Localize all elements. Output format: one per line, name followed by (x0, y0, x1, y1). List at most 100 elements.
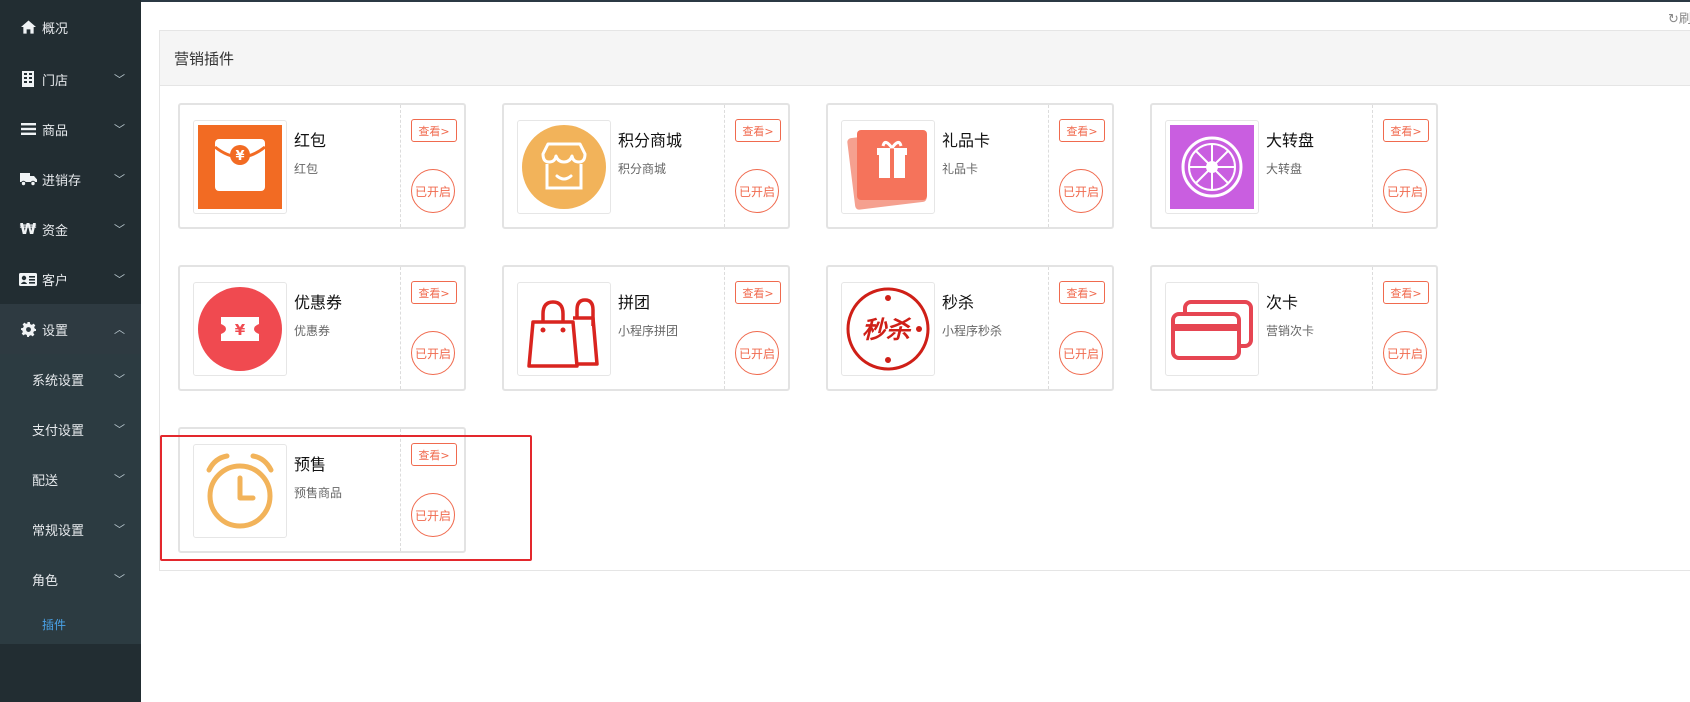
plugin-title: 红包 (294, 131, 327, 150)
wheel-icon (1165, 120, 1259, 214)
submenu-item-label: 常规设置 (32, 523, 85, 539)
plugin-title: 礼品卡 (942, 131, 991, 150)
enabled-status-button[interactable]: 已开启 (735, 331, 779, 375)
top-strip (141, 0, 1690, 2)
chevron-down-icon: ﹀ (114, 173, 125, 186)
enabled-status-button[interactable]: 已开启 (411, 331, 455, 375)
sidebar-item-funds[interactable]: ₩ 资金 ﹀ (0, 204, 141, 254)
sidebar-item-label: 客户 (42, 273, 69, 289)
settings-submenu: 系统设置 ﹀ 支付设置 ﹀ 配送 ﹀ 常规设置 ﹀ 角色 ﹀ 插件 (0, 354, 141, 644)
submenu-item-system-settings[interactable]: 系统设置 ﹀ (0, 354, 141, 404)
truck-icon (18, 172, 38, 186)
sidebar-item-label: 概况 (42, 21, 69, 37)
panel-title: 营销插件 (160, 31, 1690, 86)
view-button[interactable]: 查看> (735, 281, 781, 304)
plugin-title: 优惠券 (294, 293, 343, 312)
cards-icon (1165, 282, 1259, 376)
plugin-card-red-envelope: ¥ 红包 红包 查看> 已开启 (178, 103, 466, 229)
list-icon (18, 123, 38, 135)
flash-sale-icon: 秒杀 (841, 282, 935, 376)
plugin-actions: 查看> 已开启 (1372, 105, 1436, 227)
plugin-title: 拼团 (618, 293, 651, 312)
store-icon (517, 120, 611, 214)
submenu-item-role[interactable]: 角色 ﹀ (0, 554, 141, 604)
chevron-down-icon: ﹀ (114, 223, 125, 236)
plugin-actions: 查看> 已开启 (1048, 267, 1112, 389)
submenu-item-payment-settings[interactable]: 支付设置 ﹀ (0, 404, 141, 454)
submenu-item-plugin[interactable]: 插件 (0, 604, 141, 644)
sidebar-item-label: 进销存 (42, 173, 82, 189)
plugin-card-points-mall: 积分商城 积分商城 查看> 已开启 (502, 103, 790, 229)
enabled-status-button[interactable]: 已开启 (411, 169, 455, 213)
plugin-title: 积分商城 (618, 131, 683, 150)
svg-text:¥: ¥ (235, 149, 244, 164)
highlight-box (160, 435, 532, 561)
submenu-item-label: 支付设置 (32, 423, 85, 439)
submenu-item-general-settings[interactable]: 常规设置 ﹀ (0, 504, 141, 554)
view-button[interactable]: 查看> (411, 119, 457, 142)
sidebar-item-label: 门店 (42, 73, 69, 89)
view-button[interactable]: 查看> (1059, 119, 1105, 142)
enabled-status-button[interactable]: 已开启 (1383, 169, 1427, 213)
sidebar-item-store[interactable]: 门店 ﹀ (0, 54, 141, 104)
sidebar-item-inventory[interactable]: 进销存 ﹀ (0, 154, 141, 204)
plugin-desc: 大转盘 (1266, 162, 1303, 176)
gift-card-icon (841, 120, 935, 214)
svg-text:秒杀: 秒杀 (862, 316, 912, 344)
sidebar-item-customer[interactable]: 客户 ﹀ (0, 254, 141, 304)
enabled-status-button[interactable]: 已开启 (735, 169, 779, 213)
sidebar-item-settings[interactable]: 设置 ︿ (0, 304, 141, 354)
refresh-button[interactable]: ↻刷新 (1668, 8, 1690, 27)
view-button[interactable]: 查看> (735, 119, 781, 142)
plugin-desc: 礼品卡 (942, 162, 979, 176)
plugin-card-big-wheel: 大转盘 大转盘 查看> 已开启 (1150, 103, 1438, 229)
plugin-card-coupon: ¥ 优惠券 优惠券 查看> 已开启 (178, 265, 466, 391)
plugin-title: 次卡 (1266, 293, 1299, 312)
plugin-desc: 小程序拼团 (618, 324, 679, 338)
chevron-down-icon: ﹀ (114, 473, 125, 486)
plugin-desc: 优惠券 (294, 324, 331, 338)
red-envelope-icon: ¥ (193, 120, 287, 214)
chevron-down-icon: ﹀ (114, 273, 125, 286)
sidebar-item-label: 设置 (42, 323, 69, 339)
plugin-actions: 查看> 已开启 (724, 105, 788, 227)
plugin-actions: 查看> 已开启 (400, 105, 464, 227)
plugin-card-times-card: 次卡 营销次卡 查看> 已开启 (1150, 265, 1438, 391)
chevron-down-icon: ﹀ (114, 73, 125, 86)
view-button[interactable]: 查看> (411, 281, 457, 304)
sidebar-item-label: 资金 (42, 223, 69, 239)
chevron-up-icon: ︿ (114, 323, 125, 336)
sidebar-item-overview[interactable]: 概况 (0, 0, 141, 54)
building-icon (18, 71, 38, 87)
plugin-desc: 红包 (294, 162, 319, 176)
home-icon (18, 20, 38, 34)
plugin-card-flash-sale: 秒杀 秒杀 小程序秒杀 查看> 已开启 (826, 265, 1114, 391)
enabled-status-button[interactable]: 已开启 (1383, 331, 1427, 375)
submenu-item-label: 插件 (42, 617, 67, 632)
coupon-icon: ¥ (193, 282, 287, 376)
view-button[interactable]: 查看> (1059, 281, 1105, 304)
plugin-card-gift-card: 礼品卡 礼品卡 查看> 已开启 (826, 103, 1114, 229)
sidebar-item-goods[interactable]: 商品 ﹀ (0, 104, 141, 154)
chevron-down-icon: ﹀ (114, 573, 125, 586)
chevron-down-icon: ﹀ (114, 423, 125, 436)
view-button[interactable]: 查看> (1383, 281, 1429, 304)
chevron-down-icon: ﹀ (114, 373, 125, 386)
plugin-title: 大转盘 (1266, 131, 1315, 150)
gear-icon (18, 321, 38, 337)
shopping-bags-icon (517, 282, 611, 376)
submenu-item-label: 角色 (32, 573, 59, 589)
plugin-desc: 营销次卡 (1266, 324, 1315, 338)
sidebar-item-label: 商品 (42, 123, 69, 139)
plugin-actions: 查看> 已开启 (400, 267, 464, 389)
enabled-status-button[interactable]: 已开启 (1059, 169, 1103, 213)
plugin-desc: 小程序秒杀 (942, 324, 1003, 338)
enabled-status-button[interactable]: 已开启 (1059, 331, 1103, 375)
plugin-actions: 查看> 已开启 (1048, 105, 1112, 227)
plugin-actions: 查看> 已开启 (1372, 267, 1436, 389)
svg-text:¥: ¥ (235, 321, 246, 339)
view-button[interactable]: 查看> (1383, 119, 1429, 142)
submenu-item-delivery[interactable]: 配送 ﹀ (0, 454, 141, 504)
plugin-card-group-buy: 拼团 小程序拼团 查看> 已开启 (502, 265, 790, 391)
chevron-down-icon: ﹀ (114, 523, 125, 536)
